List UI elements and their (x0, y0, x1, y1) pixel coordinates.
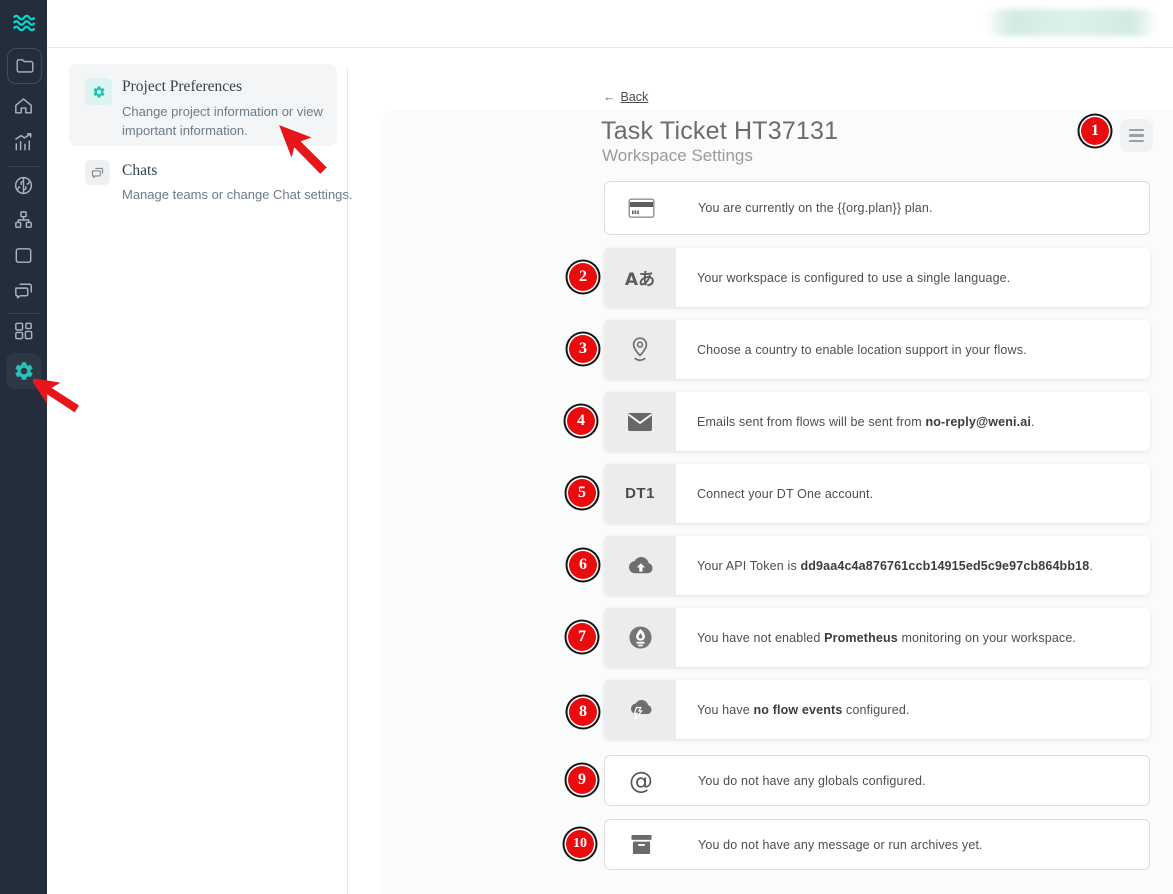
brain-icon (12, 174, 35, 197)
settings-menu-item-title: Chats (122, 162, 157, 180)
card-text: Your workspace is configured to use a si… (697, 271, 1010, 285)
back-link[interactable]: ← Back (603, 90, 648, 104)
page-title: Task Ticket HT37131 (601, 117, 838, 146)
back-arrow-icon: ← (603, 90, 616, 104)
sidebar-item-apps[interactable] (0, 319, 47, 342)
card-text: Your API Token is dd9aa4c4a876761ccb1491… (697, 559, 1093, 573)
sidebar-item-flows[interactable] (0, 209, 47, 232)
gear-icon (85, 78, 112, 105)
sidebar-item-projects[interactable] (7, 48, 42, 84)
folder-icon (14, 55, 36, 77)
card-text: Choose a country to enable location supp… (697, 343, 1027, 357)
cloud-lightning-icon (604, 680, 676, 739)
home-icon (12, 95, 35, 118)
card-globals[interactable]: @ You do not have any globals configured… (604, 755, 1150, 806)
cursor-arrow-at-settings-gear (33, 372, 79, 418)
credit-card-icon (605, 182, 677, 234)
card-text: You have not enabled Prometheus monitori… (697, 631, 1076, 645)
annotation-circle-8: 8 (569, 698, 597, 726)
cloud-upload-icon (604, 536, 676, 595)
envelope-icon (604, 392, 676, 451)
annotation-circle-1: 1 (1081, 117, 1109, 145)
window-icon (12, 244, 35, 267)
cursor-arrow-at-project-preferences (278, 124, 330, 176)
sidebar-item-analytics[interactable] (0, 131, 47, 154)
archive-icon (605, 820, 677, 869)
grid-apps-icon (12, 319, 35, 342)
topbar (47, 0, 1173, 48)
card-api-token[interactable]: Your API Token is dd9aa4c4a876761ccb1491… (604, 536, 1150, 595)
annotation-circle-9: 9 (568, 766, 596, 794)
card-text: You are currently on the {{org.plan}} pl… (698, 201, 933, 215)
card-email[interactable]: Emails sent from flows will be sent from… (604, 392, 1150, 451)
card-text: You have no flow events configured. (697, 703, 910, 717)
sidebar-item-ai[interactable] (0, 174, 47, 197)
card-country[interactable]: Choose a country to enable location supp… (604, 320, 1150, 379)
weni-wave-logo[interactable] (0, 10, 47, 36)
settings-menu-item-description: Manage teams or change Chat settings. (122, 185, 362, 204)
page-subtitle: Workspace Settings (602, 146, 753, 166)
settings-cards: You are currently on the {{org.plan}} pl… (604, 181, 1150, 870)
prometheus-icon (604, 608, 676, 667)
settings-gear-icon (13, 360, 35, 382)
primary-sidebar (0, 0, 47, 894)
account-selector-blurred[interactable] (985, 9, 1158, 36)
settings-menu-item-title: Project Preferences (122, 78, 242, 96)
card-text: Connect your DT One account. (697, 487, 873, 501)
hamburger-menu-button[interactable] (1120, 119, 1153, 152)
card-text: Emails sent from flows will be sent from… (697, 415, 1035, 429)
translate-icon: Aあ (604, 248, 676, 307)
dtone-logo: DT1 (604, 464, 676, 523)
annotation-circle-4: 4 (567, 407, 595, 435)
card-prometheus[interactable]: You have not enabled Prometheus monitori… (604, 608, 1150, 667)
flow-tree-icon (12, 209, 35, 232)
workspace-settings-page: Project Preferences Change project infor… (0, 0, 1173, 894)
sidebar-item-chats[interactable] (0, 279, 47, 302)
annotation-circle-6: 6 (569, 551, 597, 579)
location-pin-icon (604, 320, 676, 379)
chats-icon (12, 279, 35, 302)
annotation-circle-10: 10 (566, 830, 594, 858)
chart-icon (12, 131, 35, 154)
card-flow-events[interactable]: You have no flow events configured. (604, 680, 1150, 739)
card-dtone[interactable]: DT1 Connect your DT One account. (604, 464, 1150, 523)
card-language[interactable]: Aあ Your workspace is configured to use a… (604, 248, 1150, 307)
at-sign-icon: @ (605, 756, 677, 805)
sidebar-divider (8, 166, 39, 167)
hamburger-menu-icon (1129, 129, 1144, 132)
annotation-circle-7: 7 (568, 623, 596, 651)
sidebar-item-home[interactable] (0, 95, 47, 118)
annotation-circle-5: 5 (568, 479, 596, 507)
chat-bubbles-icon (85, 160, 110, 185)
card-plan[interactable]: You are currently on the {{org.plan}} pl… (604, 181, 1150, 235)
card-text: You do not have any message or run archi… (698, 838, 983, 852)
sidebar-item-studio[interactable] (0, 244, 47, 267)
annotation-circle-3: 3 (569, 335, 597, 363)
card-text: You do not have any globals configured. (698, 774, 926, 788)
annotation-circle-2: 2 (569, 263, 597, 291)
card-archives[interactable]: You do not have any message or run archi… (604, 819, 1150, 870)
sidebar-divider (8, 313, 39, 314)
back-label: Back (621, 90, 649, 104)
